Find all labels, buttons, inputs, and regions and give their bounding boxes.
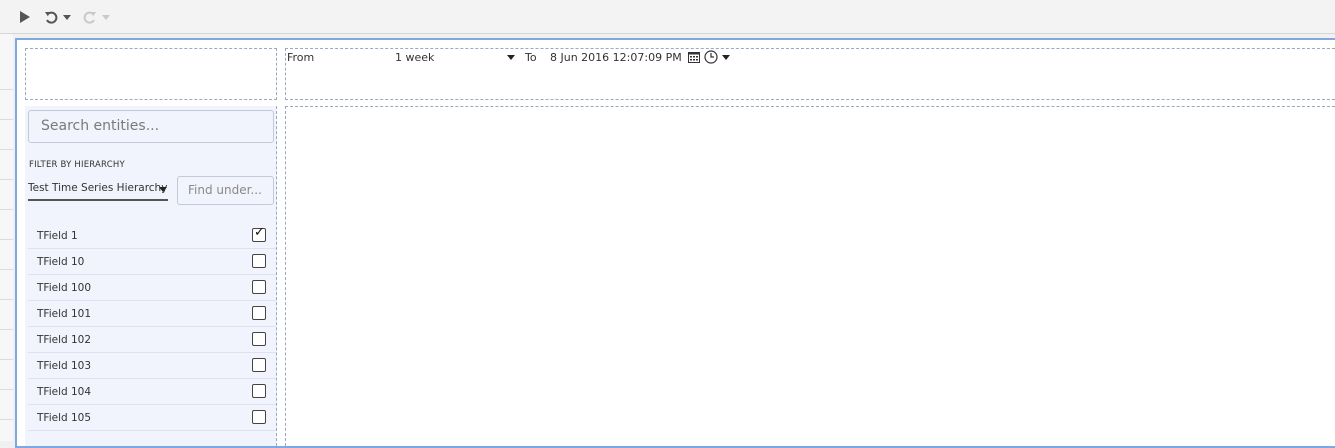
list-item-label: TField 102 bbox=[37, 334, 92, 346]
chevron-down-icon bbox=[159, 187, 167, 192]
chart-area-cell bbox=[285, 106, 1335, 446]
left-edge-panel bbox=[0, 34, 13, 441]
checkbox[interactable] bbox=[252, 384, 266, 398]
checkbox[interactable] bbox=[252, 280, 266, 294]
list-item-label: TField 103 bbox=[37, 360, 92, 372]
to-datetime-field[interactable]: 8 Jun 2016 12:07:09 PM bbox=[550, 51, 688, 64]
checkbox[interactable] bbox=[252, 254, 266, 268]
chevron-down-icon[interactable] bbox=[722, 54, 730, 60]
chevron-down-icon bbox=[507, 54, 515, 60]
checkbox[interactable] bbox=[252, 306, 266, 320]
list-item[interactable]: TField 104 bbox=[28, 379, 276, 405]
toolbar bbox=[0, 0, 1335, 34]
checkbox[interactable]: ✓ bbox=[252, 225, 266, 242]
list-item-label: TField 1 bbox=[37, 230, 78, 242]
search-entities-input[interactable]: Search entities... bbox=[28, 110, 274, 143]
list-item[interactable]: TField 101 bbox=[28, 301, 276, 327]
list-item[interactable]: TField 100 bbox=[28, 275, 276, 301]
undo-dropdown-icon[interactable] bbox=[63, 8, 71, 26]
checkbox[interactable] bbox=[252, 358, 266, 372]
filter-by-hierarchy-label: FILTER BY HIERARCHY bbox=[29, 160, 125, 170]
redo-dropdown-icon bbox=[102, 8, 110, 26]
list-item[interactable]: TField 103 bbox=[28, 353, 276, 379]
list-item-label: TField 100 bbox=[37, 282, 92, 294]
checkbox[interactable] bbox=[252, 410, 266, 424]
list-item-label: TField 105 bbox=[37, 412, 92, 424]
list-item[interactable]: TField 1 ✓ bbox=[28, 223, 276, 249]
entity-list: TField 1 ✓ TField 10 TField 100 TField 1… bbox=[28, 223, 276, 431]
find-under-placeholder: Find under... bbox=[188, 183, 262, 197]
hierarchy-select[interactable]: Test Time Series Hierarchy bbox=[28, 180, 168, 201]
to-label: To bbox=[525, 50, 537, 64]
time-range-bar: From 1 week To 8 Jun 2016 12:07:09 PM bbox=[287, 49, 730, 65]
calendar-icon[interactable] bbox=[688, 51, 704, 63]
from-dropdown[interactable]: 1 week bbox=[395, 51, 525, 64]
list-item[interactable]: TField 10 bbox=[28, 249, 276, 275]
list-item[interactable]: TField 105 bbox=[28, 405, 276, 431]
redo-icon bbox=[82, 8, 98, 26]
list-item[interactable]: TField 102 bbox=[28, 327, 276, 353]
checkbox[interactable] bbox=[252, 332, 266, 346]
find-under-input[interactable]: Find under... bbox=[177, 176, 274, 205]
list-item-label: TField 101 bbox=[37, 308, 92, 320]
list-item-label: TField 104 bbox=[37, 386, 92, 398]
from-value: 1 week bbox=[395, 50, 435, 64]
play-icon[interactable] bbox=[18, 8, 32, 26]
list-item-label: TField 10 bbox=[37, 256, 85, 268]
hierarchy-value: Test Time Series Hierarchy bbox=[28, 182, 168, 194]
checkmark-icon: ✓ bbox=[254, 225, 265, 240]
search-placeholder: Search entities... bbox=[41, 118, 160, 134]
from-label: From bbox=[287, 50, 315, 64]
clock-icon[interactable] bbox=[704, 50, 722, 64]
top-left-cell bbox=[25, 48, 277, 100]
undo-icon[interactable] bbox=[43, 8, 59, 26]
